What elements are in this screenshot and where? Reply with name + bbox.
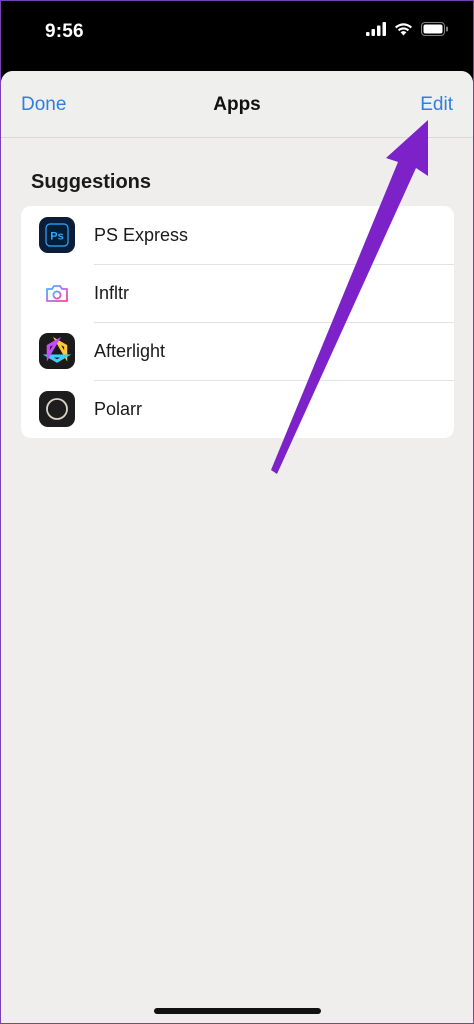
home-indicator <box>154 1008 321 1014</box>
infltr-icon <box>39 275 75 311</box>
edit-button[interactable]: Edit <box>420 94 453 116</box>
app-label: Polarr <box>94 399 143 419</box>
page-title: Apps <box>213 94 261 115</box>
list-item-ps-express[interactable]: Ps PS Express <box>21 206 454 264</box>
list-item-polarr[interactable]: Polarr <box>21 380 454 438</box>
list-item-afterlight[interactable]: Afterlight <box>21 322 454 380</box>
suggestions-list: Ps PS Express Infltr Afterlight Polarr <box>21 206 454 438</box>
list-item-infltr[interactable]: Infltr <box>21 264 454 322</box>
status-bar: 9:56 <box>1 1 473 67</box>
polarr-icon <box>39 391 75 427</box>
nav-bar: Done Apps Edit <box>1 71 473 138</box>
ps-express-icon: Ps <box>39 217 75 253</box>
svg-text:Ps: Ps <box>50 231 63 243</box>
status-icons <box>366 22 449 36</box>
battery-icon <box>421 22 448 36</box>
cellular-signal-icon <box>366 22 386 36</box>
app-label: PS Express <box>94 225 189 245</box>
app-label: Afterlight <box>94 341 166 361</box>
apps-sheet: Done Apps Edit Suggestions Ps PS Express <box>1 71 473 1023</box>
app-label: Infltr <box>94 283 130 303</box>
screen-frame: 9:56 Done Apps Edit Suggestions Ps PS Ex… <box>0 0 474 1024</box>
wifi-icon <box>395 23 412 36</box>
afterlight-icon <box>39 333 75 369</box>
suggestions-heading: Suggestions <box>31 171 152 193</box>
status-time: 9:56 <box>45 21 84 42</box>
